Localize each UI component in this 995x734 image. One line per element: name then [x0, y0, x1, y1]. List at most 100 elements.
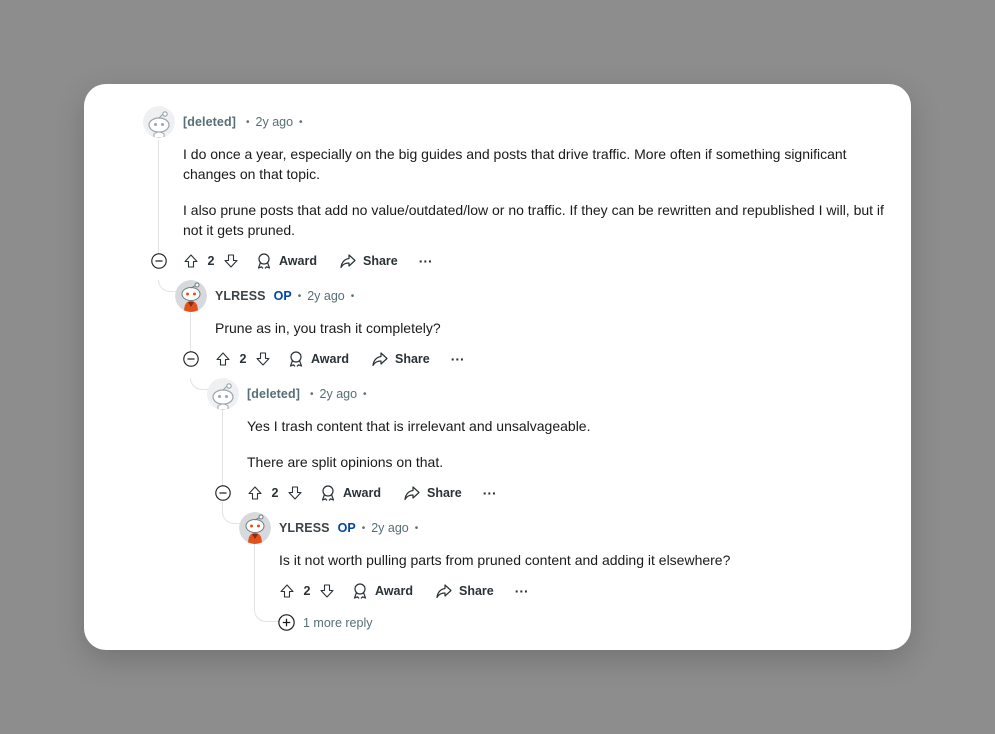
comment-paragraph: Yes I trash content that is irrelevant a…: [247, 418, 591, 434]
meta-separator: •: [361, 522, 366, 534]
comment-paragraph: I do once a year, especially on the big …: [183, 146, 847, 182]
more-replies-link[interactable]: 1 more reply: [278, 614, 372, 631]
vote-score: 2: [271, 486, 279, 500]
meta-separator: •: [297, 290, 302, 302]
comment-meta: [deleted] • 2y ago •: [247, 384, 373, 404]
award-button[interactable]: Award: [319, 484, 381, 502]
comment-author[interactable]: [deleted]: [247, 387, 300, 401]
comment-body: Yes I trash content that is irrelevant a…: [247, 416, 867, 472]
thread-line: [222, 410, 223, 492]
avatar[interactable]: [175, 280, 207, 312]
award-label: Award: [375, 584, 413, 598]
collapse-icon: [151, 253, 167, 269]
comment-author[interactable]: YLRESS: [215, 289, 266, 303]
award-icon: [289, 351, 303, 367]
award-icon: [257, 253, 271, 269]
share-label: Share: [458, 584, 494, 598]
avatar[interactable]: [143, 106, 175, 138]
meta-separator: •: [363, 388, 367, 400]
thread-line: [158, 140, 159, 260]
collapse-icon: [183, 351, 199, 367]
downvote-icon: [224, 254, 238, 268]
comment-paragraph: There are split opinions on that.: [247, 454, 444, 470]
comment-paragraph: Is it not worth pulling parts from prune…: [279, 552, 731, 568]
upvote-button[interactable]: [277, 581, 297, 601]
comment-body: Prune as in, you trash it completely?: [215, 318, 875, 338]
meta-separator: •: [246, 116, 250, 128]
comment-paragraph: Prune as in, you trash it completely?: [215, 320, 441, 336]
more-options-button[interactable]: ···: [448, 351, 468, 367]
share-icon: [372, 352, 388, 367]
more-options-button[interactable]: ···: [512, 583, 532, 599]
comment-actions: 2 Award Share ···: [245, 481, 500, 505]
collapse-button[interactable]: [150, 252, 168, 270]
comment-meta: YLRESS OP • 2y ago •: [279, 518, 424, 538]
share-button[interactable]: Share: [339, 252, 398, 270]
award-label: Award: [279, 254, 317, 268]
comment-author[interactable]: YLRESS: [279, 521, 330, 535]
downvote-button[interactable]: [285, 483, 305, 503]
share-label: Share: [426, 486, 462, 500]
upvote-icon: [248, 486, 262, 500]
upvote-button[interactable]: [245, 483, 265, 503]
collapse-button[interactable]: [182, 350, 200, 368]
share-icon: [340, 254, 356, 269]
collapse-icon: [215, 485, 231, 501]
meta-separator: •: [299, 116, 303, 128]
share-button[interactable]: Share: [435, 582, 494, 600]
avatar-snoo: [207, 378, 239, 410]
more-options-button[interactable]: ···: [416, 253, 436, 269]
award-label: Award: [343, 486, 381, 500]
downvote-button[interactable]: [317, 581, 337, 601]
downvote-button[interactable]: [221, 251, 241, 271]
share-icon: [436, 584, 452, 599]
expand-icon: [278, 614, 295, 631]
award-button[interactable]: Award: [255, 252, 317, 270]
comment-actions: 2 Award Share ···: [277, 579, 532, 603]
award-icon: [353, 583, 367, 599]
upvote-button[interactable]: [181, 251, 201, 271]
comment-author[interactable]: [deleted]: [183, 115, 236, 129]
op-badge: OP: [273, 289, 292, 303]
downvote-icon: [320, 584, 334, 598]
avatar-snoo: [239, 512, 271, 544]
more-options-button[interactable]: ···: [480, 485, 500, 501]
comment-time[interactable]: 2y ago: [307, 289, 345, 303]
avatar[interactable]: [207, 378, 239, 410]
share-icon: [404, 486, 420, 501]
comment-meta: YLRESS OP • 2y ago •: [215, 286, 360, 306]
vote-score: 2: [239, 352, 247, 366]
award-icon: [321, 485, 335, 501]
comment-actions: 2 Award Share ···: [213, 347, 468, 371]
comment-time[interactable]: 2y ago: [320, 387, 358, 401]
vote-score: 2: [303, 584, 311, 598]
share-button[interactable]: Share: [371, 350, 430, 368]
comment-paragraph: I also prune posts that add no value/out…: [183, 202, 884, 238]
vote-score: 2: [207, 254, 215, 268]
avatar-snoo: [175, 280, 207, 312]
comment-time[interactable]: 2y ago: [371, 521, 409, 535]
share-label: Share: [394, 352, 430, 366]
share-button[interactable]: Share: [403, 484, 462, 502]
more-replies-label: 1 more reply: [303, 615, 373, 630]
meta-separator: •: [414, 522, 419, 534]
downvote-button[interactable]: [253, 349, 273, 369]
comment-actions: 2 Award Share ···: [181, 249, 436, 273]
avatar[interactable]: [239, 512, 271, 544]
comment-thread-card: [deleted] • 2y ago • I do once a year, e…: [84, 84, 911, 650]
downvote-icon: [288, 486, 302, 500]
upvote-icon: [216, 352, 230, 366]
comment-time[interactable]: 2y ago: [256, 115, 294, 129]
award-button[interactable]: Award: [287, 350, 349, 368]
comment-body: Is it not worth pulling parts from prune…: [279, 550, 879, 570]
share-label: Share: [362, 254, 398, 268]
upvote-button[interactable]: [213, 349, 233, 369]
collapse-button[interactable]: [214, 484, 232, 502]
comment-body: I do once a year, especially on the big …: [183, 144, 888, 240]
meta-separator: •: [310, 388, 314, 400]
thread-line: [254, 544, 255, 594]
upvote-icon: [280, 584, 294, 598]
downvote-icon: [256, 352, 270, 366]
award-label: Award: [311, 352, 349, 366]
award-button[interactable]: Award: [351, 582, 413, 600]
